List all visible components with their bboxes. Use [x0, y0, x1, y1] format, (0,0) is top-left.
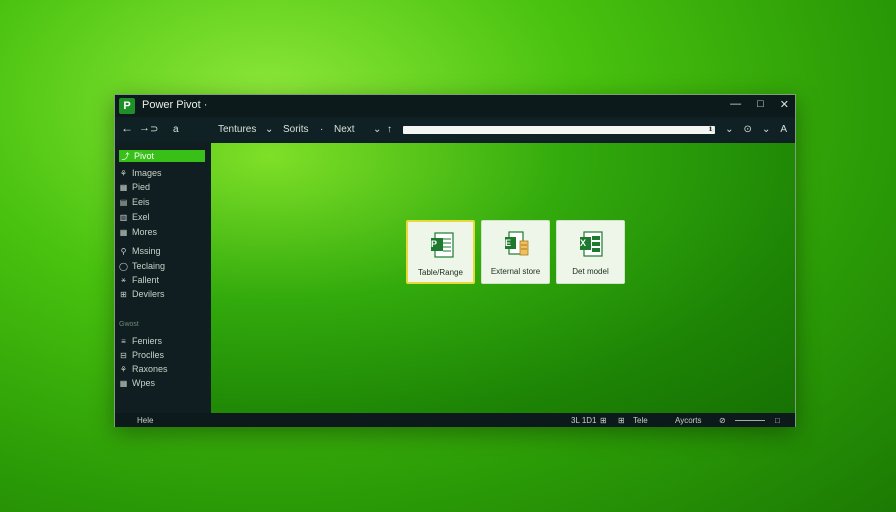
- sidebar-item-label: Devilers: [132, 289, 165, 299]
- grid-icon: ▦: [119, 182, 128, 192]
- app-logo-icon: P: [119, 98, 135, 114]
- sidebar-item-label: Teclaing: [132, 261, 166, 271]
- sidebar-item-devilers[interactable]: ⊞ Devilers: [119, 288, 165, 300]
- brush-icon: ⚹: [121, 275, 126, 284]
- card-label: Det model: [572, 267, 609, 276]
- images-icon: ⚘: [119, 168, 128, 178]
- zoom-slider[interactable]: [735, 420, 765, 421]
- grid-small-icon: ▦: [119, 378, 128, 388]
- account-icon[interactable]: ⊙: [744, 124, 752, 135]
- format-chevron-icon[interactable]: ⌄: [725, 124, 733, 135]
- sidebar-item-mores[interactable]: ▦ Mores: [119, 226, 157, 238]
- table-icon: ▦: [119, 227, 128, 237]
- status-bar: Hele 3L 1D1 ⊞ ⊞ Tele Aycorts ⊘ □: [115, 413, 795, 427]
- app-window: P Power Pivot · — □ ✕ ← → ⊃ a Tentures ⌄…: [114, 94, 796, 427]
- sorts-dot-icon: ·: [320, 124, 324, 135]
- account-chevron-icon[interactable]: ⌄: [762, 124, 770, 135]
- up-arrow-icon[interactable]: ↑: [387, 124, 392, 135]
- status-mode[interactable]: Aycorts: [675, 416, 702, 425]
- menu-next[interactable]: Next: [334, 124, 355, 135]
- next-chevron-icon[interactable]: ⌄: [373, 124, 381, 135]
- title-bar: P Power Pivot · — □ ✕: [115, 95, 795, 117]
- close-button[interactable]: ✕: [780, 98, 789, 111]
- pen-icon: ⚲: [120, 246, 127, 256]
- sidebar-item-label: Mores: [132, 227, 158, 237]
- card-external-store[interactable]: E External store: [481, 220, 550, 284]
- sidebar-item-label: Pied: [132, 182, 151, 192]
- card-table-range[interactable]: P Table/Range: [406, 220, 475, 284]
- menu-sorts[interactable]: Sorits: [283, 124, 309, 135]
- window-title: Power Pivot ·: [142, 99, 208, 111]
- status-tab-label[interactable]: Tele: [633, 416, 648, 425]
- sheet-icon: ▥: [119, 212, 128, 222]
- font-icon[interactable]: A: [780, 124, 787, 135]
- people-icon: ⚘: [119, 364, 128, 374]
- list-icon: ▤: [119, 197, 128, 207]
- sidebar-item-label: Images: [132, 168, 162, 178]
- forward-extra-icon[interactable]: ⊃: [150, 124, 158, 135]
- card-label: Table/Range: [418, 268, 463, 277]
- card-glyph-letter: X: [580, 238, 587, 248]
- maximize-button[interactable]: □: [757, 98, 764, 111]
- toolbar: ← → ⊃ a Tentures ⌄ Sorits · Next ⌄ ↑ ℹ ⅎ…: [115, 119, 795, 141]
- grid-view-icon[interactable]: ⊞: [600, 416, 607, 425]
- sidebar-item-raxones[interactable]: ⚘ Raxones: [119, 363, 168, 375]
- toolbar-right-icons: ⅎ ⌄ ⊙ ⌄ A: [710, 124, 787, 135]
- sidebar-item-label: Exel: [132, 212, 150, 222]
- status-text: Hele: [137, 416, 154, 425]
- pivot-icon: ⤴: [121, 151, 130, 161]
- lines-icon: ≡: [121, 336, 126, 346]
- sidebar-item-fallent[interactable]: ⚹ Fallent: [119, 274, 159, 286]
- sidebar-item-exel[interactable]: ▥ Exel: [119, 211, 150, 223]
- card-glyph-letter: E: [505, 238, 512, 248]
- search-input[interactable]: ℹ: [403, 124, 715, 134]
- sidebar-item-wpes[interactable]: ▦ Wpes: [119, 377, 155, 389]
- sidebar-item-label: Fallent: [132, 275, 160, 285]
- sidebar-item-images[interactable]: ⚘ Images: [119, 167, 162, 179]
- sidebar-item-pivot[interactable]: ⤴ Pivot: [119, 150, 205, 162]
- menu-tables[interactable]: Tentures: [218, 124, 256, 135]
- card-data-model[interactable]: X Det model: [556, 220, 625, 284]
- sidebar-item-proclles[interactable]: ⊟ Proclles: [119, 349, 164, 361]
- box-icon: ⊞: [120, 289, 127, 299]
- sidebar-item-mssing[interactable]: ⚲ Mssing: [119, 245, 161, 257]
- card-label: External store: [490, 267, 541, 276]
- expand-icon[interactable]: □: [775, 416, 780, 425]
- main-content: P Table/Range E External store X Det mod…: [211, 143, 795, 413]
- sidebar-item-eeis[interactable]: ▤ Eeis: [119, 196, 150, 208]
- zoom-icon[interactable]: ⊘: [719, 416, 726, 425]
- sidebar-item-label: Wpes: [132, 378, 156, 388]
- sidebar-item-label: Pivot: [134, 151, 155, 161]
- sidebar-item-label: Mssing: [132, 246, 161, 256]
- circle-icon: ◯: [119, 261, 128, 271]
- sidebar-item-label: Raxones: [132, 364, 168, 374]
- sidebar-item-feniers[interactable]: ≡ Feniers: [119, 335, 162, 347]
- minimize-button[interactable]: —: [730, 98, 741, 111]
- tab-view-icon[interactable]: ⊞: [618, 416, 625, 425]
- status-readout: 3L 1D1: [571, 416, 597, 425]
- sidebar-item-label: Proclles: [132, 350, 165, 360]
- format-icon[interactable]: ⅎ: [710, 124, 715, 135]
- sidebar-item-pied[interactable]: ▦ Pied: [119, 181, 150, 193]
- tables-chevron-icon[interactable]: ⌄: [265, 124, 273, 135]
- forward-arrow-icon[interactable]: →: [139, 122, 150, 134]
- sidebar: ⤴ Pivot ⚘ Images ▦ Pied ▤ Eeis ▥ Exel ▦ …: [115, 143, 209, 413]
- sidebar-section-label: Gwost: [119, 321, 139, 328]
- window-controls: — □ ✕: [730, 98, 789, 111]
- sidebar-item-label: Eeis: [132, 197, 150, 207]
- a-icon[interactable]: a: [173, 124, 179, 135]
- sidebar-item-label: Feniers: [132, 336, 163, 346]
- panel-icon: ⊟: [120, 350, 127, 360]
- card-glyph-letter: P: [431, 239, 438, 249]
- sidebar-item-teclaing[interactable]: ◯ Teclaing: [119, 260, 165, 272]
- back-arrow-icon[interactable]: ←: [121, 121, 133, 135]
